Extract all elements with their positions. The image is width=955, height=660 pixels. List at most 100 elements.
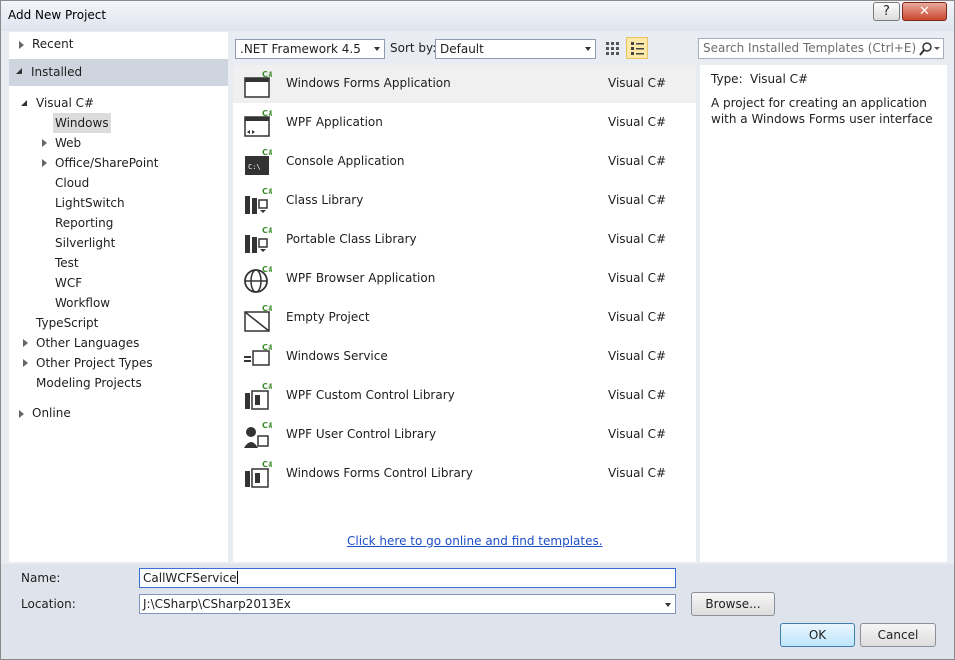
tree-item[interactable]: Reporting	[9, 213, 228, 233]
installed-label: Installed	[31, 65, 83, 79]
template-row[interactable]: C# WPF Browser Application Visual C#	[233, 260, 696, 298]
tree-item-label: Test	[55, 256, 79, 270]
chevron-down-icon	[585, 47, 591, 51]
tree-item-label: Visual C#	[36, 96, 95, 110]
template-row[interactable]: C# Class Library Visual C#	[233, 182, 696, 220]
collapse-arrow-icon[interactable]	[16, 68, 22, 74]
tree-item[interactable]: Cloud	[9, 173, 228, 193]
dialog-title: Add New Project	[8, 8, 107, 22]
tree-item[interactable]: Workflow	[9, 293, 228, 313]
tree-item[interactable]: Visual C#	[9, 93, 228, 113]
search-icon[interactable]	[919, 41, 941, 57]
type-value: Visual C#	[750, 72, 809, 86]
template-row[interactable]: C# Portable Class Library Visual C#	[233, 221, 696, 259]
expand-arrow-icon[interactable]	[23, 359, 28, 367]
wpf-browser-icon: C#	[242, 264, 275, 294]
sort-by-label: Sort by:	[390, 41, 437, 55]
template-description: A project for creating an application wi…	[711, 96, 933, 126]
template-language: Visual C#	[608, 115, 667, 129]
svg-text:C#: C#	[262, 148, 272, 157]
template-search-input[interactable]: Search Installed Templates (Ctrl+E)	[698, 38, 944, 59]
template-name: Windows Service	[286, 349, 388, 363]
project-name-input[interactable]: CallWCFService	[139, 568, 676, 588]
wpf-custom-control-icon: C#	[242, 381, 275, 411]
tree-item[interactable]: Modeling Projects	[9, 373, 228, 393]
winforms-control-library-icon: C#	[242, 459, 275, 489]
add-new-project-dialog: Add New Project ? ✕ Recent Installed Vis…	[0, 0, 955, 660]
close-button[interactable]: ✕	[902, 2, 947, 21]
recent-node[interactable]: Recent	[9, 32, 228, 58]
expand-arrow-icon[interactable]	[19, 410, 24, 418]
tree-item[interactable]: Silverlight	[9, 233, 228, 253]
template-row[interactable]: C# Windows Forms Application Visual C#	[233, 65, 696, 103]
chevron-down-icon[interactable]	[665, 603, 671, 607]
project-name-value: CallWCFService	[143, 571, 237, 585]
template-name: Console Application	[286, 154, 405, 168]
template-language: Visual C#	[608, 388, 667, 402]
template-language: Visual C#	[608, 349, 667, 363]
chevron-down-icon	[374, 47, 380, 51]
console-application-icon: C:\C#	[242, 147, 275, 177]
template-row[interactable]: C:\C# Console Application Visual C#	[233, 143, 696, 181]
tree-item[interactable]: Office/SharePoint	[9, 153, 228, 173]
tree-item-label: LightSwitch	[55, 196, 125, 210]
wpf-user-control-icon: C#	[242, 420, 275, 450]
class-library-icon: C#	[242, 186, 275, 216]
tree-item[interactable]: Test	[9, 253, 228, 273]
search-placeholder: Search Installed Templates (Ctrl+E)	[703, 41, 917, 55]
tree-item-label: Reporting	[55, 216, 114, 230]
template-list: C# Windows Forms Application Visual C# C# WP…	[233, 65, 696, 562]
online-node[interactable]: Online	[9, 401, 228, 427]
expand-arrow-icon[interactable]	[42, 159, 47, 167]
template-name: WPF Application	[286, 115, 383, 129]
location-label: Location:	[21, 597, 76, 611]
browse-button[interactable]: Browse...	[691, 592, 775, 616]
template-row[interactable]: C# WPF Application Visual C#	[233, 104, 696, 142]
title-bar[interactable]: Add New Project ? ✕	[1, 1, 954, 31]
help-button[interactable]: ?	[873, 2, 900, 21]
collapse-arrow-icon[interactable]	[21, 100, 27, 106]
template-row[interactable]: C# Windows Service Visual C#	[233, 338, 696, 376]
tree-item[interactable]: WCF	[9, 273, 228, 293]
svg-text:C#: C#	[262, 382, 272, 391]
tree-item[interactable]: Other Project Types	[9, 353, 228, 373]
template-row[interactable]: C# WPF User Control Library Visual C#	[233, 416, 696, 454]
tree-item[interactable]: TypeScript	[9, 313, 228, 333]
small-icons-view-button[interactable]	[601, 37, 623, 59]
expand-arrow-icon[interactable]	[23, 339, 28, 347]
online-templates-link[interactable]: Click here to go online and find templat…	[347, 534, 603, 548]
project-form: Name: CallWCFService Location: J:\CSharp…	[1, 564, 954, 659]
name-label: Name:	[21, 571, 61, 585]
framework-select[interactable]: .NET Framework 4.5	[235, 39, 385, 59]
medium-icons-view-button[interactable]	[626, 37, 648, 59]
expand-arrow-icon[interactable]	[19, 41, 24, 49]
template-name: WPF Custom Control Library	[286, 388, 455, 402]
portable-class-library-icon: C#	[242, 225, 275, 255]
tree-item[interactable]: Windows	[9, 113, 228, 133]
template-row[interactable]: C# WPF Custom Control Library Visual C#	[233, 377, 696, 415]
template-language: Visual C#	[608, 466, 667, 480]
svg-text:C#: C#	[262, 460, 272, 469]
cancel-button[interactable]: Cancel	[860, 623, 936, 647]
svg-text:C#: C#	[262, 187, 272, 196]
installed-node[interactable]: Installed	[9, 59, 228, 86]
svg-text:C#: C#	[262, 70, 272, 79]
ok-button[interactable]: OK	[780, 623, 855, 647]
tree-item[interactable]: Other Languages	[9, 333, 228, 353]
grid-view-icon	[606, 42, 619, 55]
tree-item-label: Other Project Types	[36, 356, 153, 370]
svg-text:C#: C#	[262, 421, 272, 430]
template-row[interactable]: C# Empty Project Visual C#	[233, 299, 696, 337]
svg-text:C#: C#	[262, 226, 272, 235]
online-label: Online	[32, 406, 71, 420]
template-language: Visual C#	[608, 154, 667, 168]
wpf-application-icon: C#	[242, 108, 275, 138]
tree-item[interactable]: LightSwitch	[9, 193, 228, 213]
template-language: Visual C#	[608, 310, 667, 324]
sort-select[interactable]: Default	[435, 39, 596, 59]
tree-item[interactable]: Web	[9, 133, 228, 153]
location-input[interactable]: J:\CSharp\CSharp2013Ex	[139, 594, 676, 614]
expand-arrow-icon[interactable]	[42, 139, 47, 147]
template-row[interactable]: C# Windows Forms Control Library Visual C#	[233, 455, 696, 493]
text-caret	[236, 571, 238, 584]
